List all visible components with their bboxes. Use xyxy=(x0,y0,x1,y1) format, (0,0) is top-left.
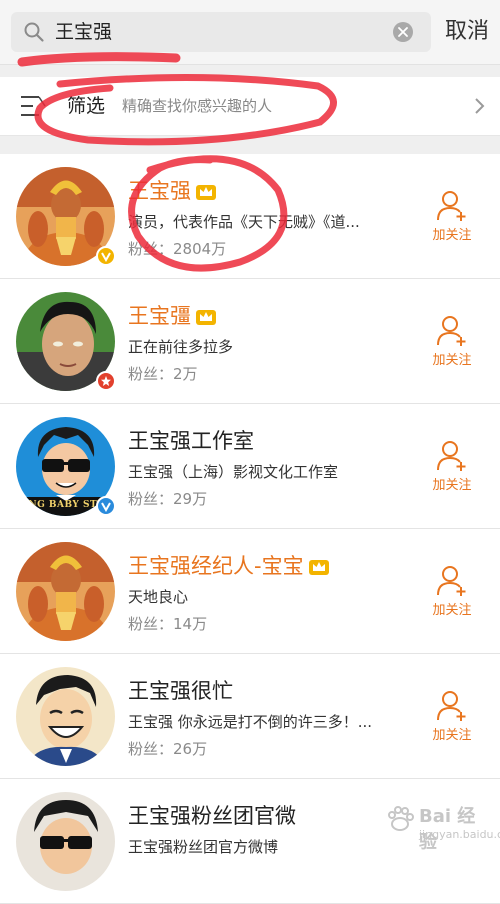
follow-button[interactable]: 加关注 xyxy=(423,440,481,496)
follow-label: 加关注 xyxy=(432,478,472,493)
user-description: 王宝强粉丝团官方微博 xyxy=(128,838,279,856)
filter-list-icon xyxy=(21,96,46,116)
chevron-right-icon xyxy=(475,98,485,114)
search-icon xyxy=(24,22,44,42)
user-name[interactable]: 王宝强很忙 xyxy=(128,676,233,706)
fans-count: 粉丝：14万 xyxy=(128,615,208,633)
search-bar: 王宝强 取消 xyxy=(0,0,500,65)
user-description: 王宝强（上海）影视文化工作室 xyxy=(128,463,339,481)
follow-label: 加关注 xyxy=(432,353,472,368)
user-name[interactable]: 王宝强粉丝团官微 xyxy=(128,801,296,831)
add-user-icon xyxy=(437,316,466,346)
add-user-icon xyxy=(437,691,466,721)
divider xyxy=(0,136,500,154)
avatar[interactable] xyxy=(16,542,115,641)
search-query[interactable]: 王宝强 xyxy=(55,12,112,52)
user-row[interactable]: 王宝强经纪人-宝宝 天地良心 粉丝：14万 加关注 xyxy=(0,529,500,654)
avatar-caption: ONG BABY STU xyxy=(20,500,106,510)
user-description: 王宝强 你永远是打不倒的许三多！... xyxy=(128,713,373,731)
user-row[interactable]: 王宝强 演员，代表作品《天下无贼》《道... 粉丝：2804万 加关注 xyxy=(0,154,500,279)
user-description: 天地良心 xyxy=(128,588,189,606)
crown-icon xyxy=(308,560,329,575)
fans-count: 粉丝：26万 xyxy=(128,740,208,758)
watermark: Bai 经验 jingyan.baidu.com xyxy=(385,800,500,853)
user-name[interactable]: 王宝强 xyxy=(128,176,217,206)
user-row[interactable]: 王宝彊 正在前往多拉多 粉丝：2万 加关注 xyxy=(0,279,500,404)
user-row[interactable]: ONG BABY STU 王宝强工作室 王宝强（上海）影视文化工作室 粉丝：29… xyxy=(0,404,500,529)
user-row[interactable]: 王宝强很忙 王宝强 你永远是打不倒的许三多！... 粉丝：26万 加关注 xyxy=(0,654,500,779)
follow-label: 加关注 xyxy=(432,228,472,243)
follow-button[interactable]: 加关注 xyxy=(423,690,481,746)
cancel-button[interactable]: 取消 xyxy=(441,12,493,52)
follow-button[interactable]: 加关注 xyxy=(423,190,481,246)
fans-count: 粉丝：2万 xyxy=(128,365,198,383)
verified-badge-icon xyxy=(96,496,116,516)
avatar[interactable] xyxy=(16,792,115,891)
fans-count: 粉丝：2804万 xyxy=(128,240,227,258)
user-description: 演员，代表作品《天下无贼》《道... xyxy=(128,213,360,231)
divider xyxy=(0,65,500,77)
user-name[interactable]: 王宝彊 xyxy=(128,301,217,331)
follow-label: 加关注 xyxy=(432,728,472,743)
paw-icon xyxy=(388,806,414,831)
user-list: 王宝强 演员，代表作品《天下无贼》《道... 粉丝：2804万 加关注 王宝彊 … xyxy=(0,154,500,904)
crown-icon xyxy=(196,185,216,200)
verified-badge-icon xyxy=(96,246,116,266)
add-user-icon xyxy=(437,191,466,221)
follow-label: 加关注 xyxy=(432,603,472,618)
clear-icon[interactable] xyxy=(393,22,413,42)
user-name[interactable]: 王宝强工作室 xyxy=(128,426,254,456)
filter-description: 精确查找你感兴趣的人 xyxy=(122,97,273,115)
fans-count: 粉丝：29万 xyxy=(128,490,208,508)
filter-label: 筛选 xyxy=(67,95,106,117)
filter-row[interactable]: 筛选 精确查找你感兴趣的人 xyxy=(0,77,500,136)
follow-button[interactable]: 加关注 xyxy=(423,565,481,621)
user-description: 正在前往多拉多 xyxy=(128,338,234,356)
search-input[interactable]: 王宝强 xyxy=(11,12,431,52)
star-badge-icon xyxy=(96,371,116,391)
avatar[interactable] xyxy=(16,667,115,766)
crown-icon xyxy=(196,310,216,325)
user-name[interactable]: 王宝强经纪人-宝宝 xyxy=(128,551,330,581)
add-user-icon xyxy=(437,441,466,471)
add-user-icon xyxy=(437,566,466,596)
follow-button[interactable]: 加关注 xyxy=(423,315,481,371)
watermark-url: jingyan.baidu.com xyxy=(419,828,500,841)
